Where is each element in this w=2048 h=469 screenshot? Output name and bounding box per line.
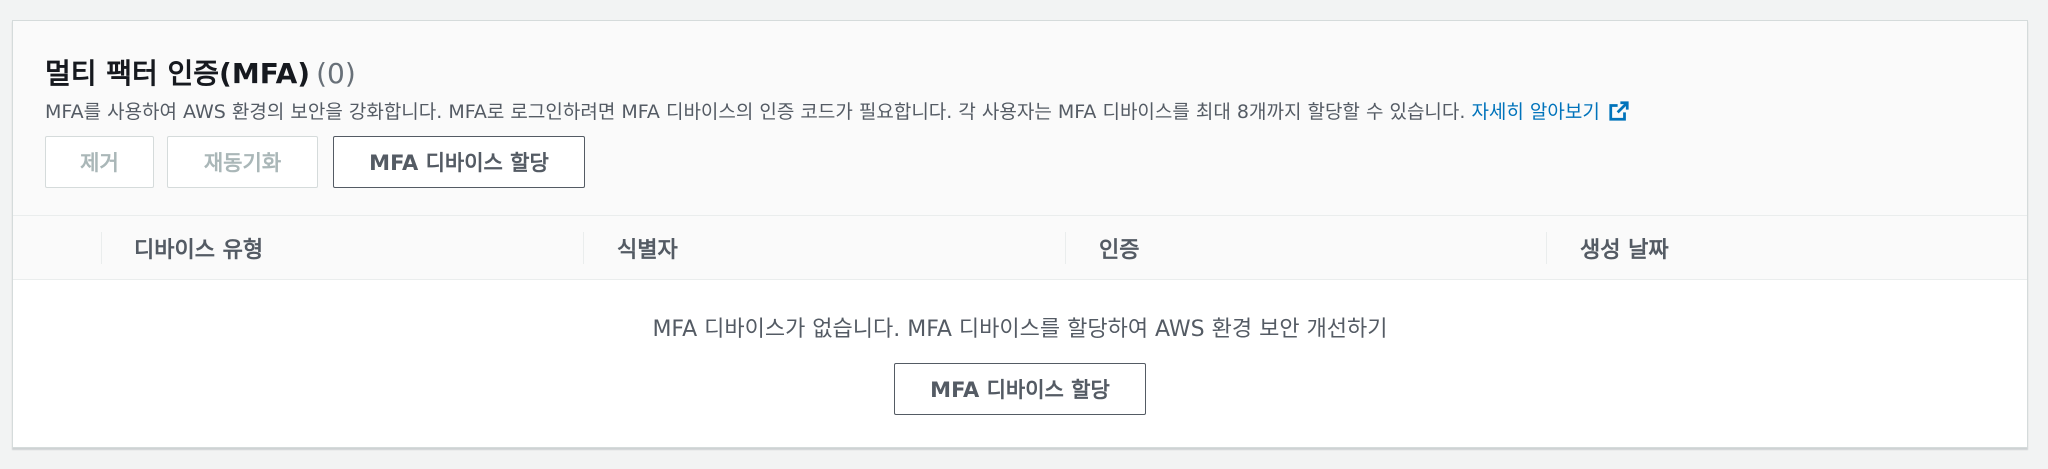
column-divider [1065,232,1066,264]
column-identifier[interactable]: 식별자 [617,216,678,279]
column-label: 디바이스 유형 [134,237,264,263]
panel-header: 멀티 팩터 인증(MFA) (0) MFA를 사용하여 AWS 환경의 보안을 강… [13,21,2027,216]
column-label: 식별자 [617,237,678,263]
column-certification[interactable]: 인증 [1099,216,1139,279]
column-divider [1546,232,1547,264]
mfa-panel: 멀티 팩터 인증(MFA) (0) MFA를 사용하여 AWS 환경의 보안을 강… [12,20,2028,448]
column-device-type[interactable]: 디바이스 유형 [134,216,263,279]
external-link-icon[interactable] [1608,100,1630,122]
empty-state-message: MFA 디바이스가 없습니다. MFA 디바이스를 할당하여 AWS 환경 보안… [652,317,1388,342]
resync-button[interactable]: 재동기화 [167,136,318,188]
assign-mfa-label: MFA 디바이스 할당 [369,151,549,175]
column-label: 인증 [1099,237,1140,263]
description-text: MFA를 사용하여 AWS 환경의 보안을 강화합니다. MFA로 로그인하려면… [45,101,1466,123]
learn-more-label[interactable]: 자세히 알아보기 [1471,101,1599,123]
remove-label: 제거 [80,151,119,175]
column-divider [583,232,584,264]
column-created-date[interactable]: 생성 날짜 [1580,216,1669,279]
column-label: 생성 날짜 [1580,237,1669,263]
empty-assign-mfa-button[interactable]: MFA 디바이스 할당 [894,363,1146,415]
table-header: 디바이스 유형 식별자 인증 생성 날짜 [13,216,2027,280]
resync-label: 재동기화 [203,151,282,175]
empty-assign-label: MFA 디바이스 할당 [930,378,1110,402]
column-divider [101,232,102,264]
learn-more-link[interactable]: 자세히 알아보기 [1471,101,1629,123]
remove-button[interactable]: 제거 [45,136,154,188]
title-count: (0) [316,57,356,90]
page-title: 멀티 팩터 인증(MFA) (0) [45,52,356,92]
assign-mfa-button[interactable]: MFA 디바이스 할당 [333,136,585,188]
panel-description: MFA를 사용하여 AWS 환경의 보안을 강화합니다. MFA로 로그인하려면… [45,97,1630,124]
title-text: 멀티 팩터 인증(MFA) [45,57,311,90]
